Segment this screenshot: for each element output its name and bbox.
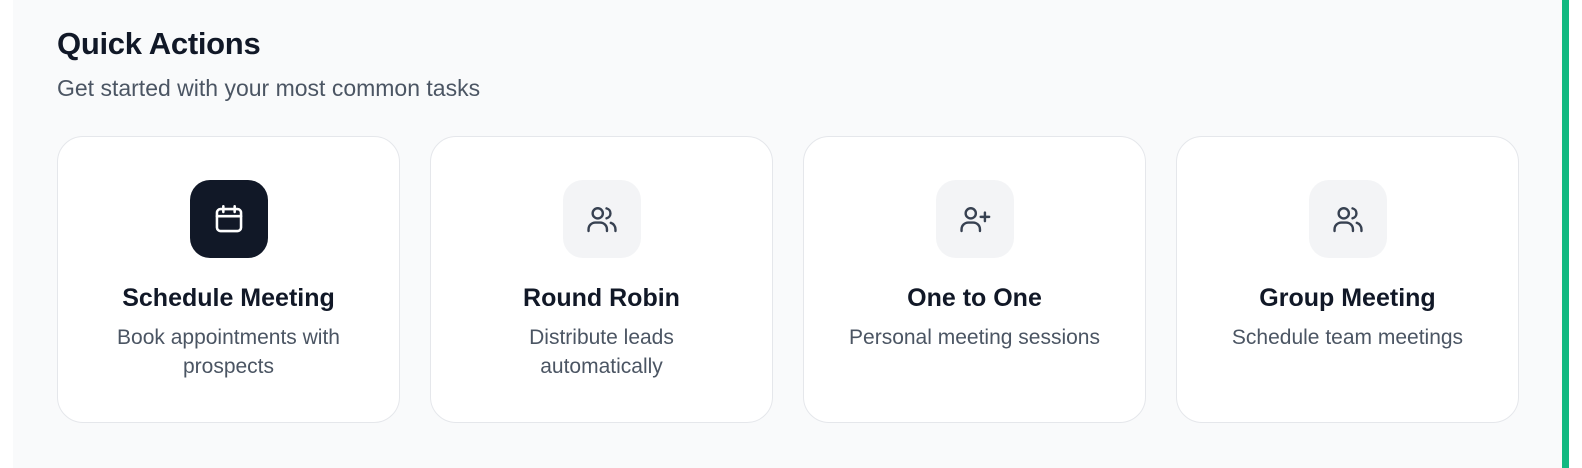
icon-tile [1308, 180, 1387, 258]
section-subtitle: Get started with your most common tasks [57, 75, 481, 101]
users-icon [1332, 207, 1363, 233]
card-one-to-one[interactable]: One to One Personal meeting sessions [803, 136, 1146, 423]
card-schedule-meeting[interactable]: Schedule Meeting Book appointments with … [57, 136, 400, 423]
card-group-meeting[interactable]: Group Meeting Schedule team meetings [1176, 136, 1519, 423]
icon-tile [562, 180, 641, 258]
card-title: Round Robin [523, 284, 680, 312]
icon-tile [935, 180, 1014, 258]
card-title: One to One [907, 284, 1042, 312]
card-title: Group Meeting [1259, 284, 1436, 312]
user-plus-icon [959, 207, 990, 233]
card-title: Schedule Meeting [122, 284, 335, 312]
icon-tile [189, 180, 268, 258]
card-description: Schedule team meetings [1231, 326, 1464, 349]
calendar-icon [215, 204, 242, 233]
card-description: Distribute leads automatically [529, 326, 674, 378]
card-description: Book appointments with prospects [117, 326, 340, 378]
quick-action-cards: Schedule Meeting Book appointments with … [57, 136, 1519, 423]
users-icon [586, 207, 617, 233]
section-title: Quick Actions [57, 26, 261, 61]
card-round-robin[interactable]: Round Robin Distribute leads automatical… [430, 136, 773, 423]
accent-bar [1562, 0, 1569, 468]
card-description: Personal meeting sessions [849, 326, 1100, 349]
